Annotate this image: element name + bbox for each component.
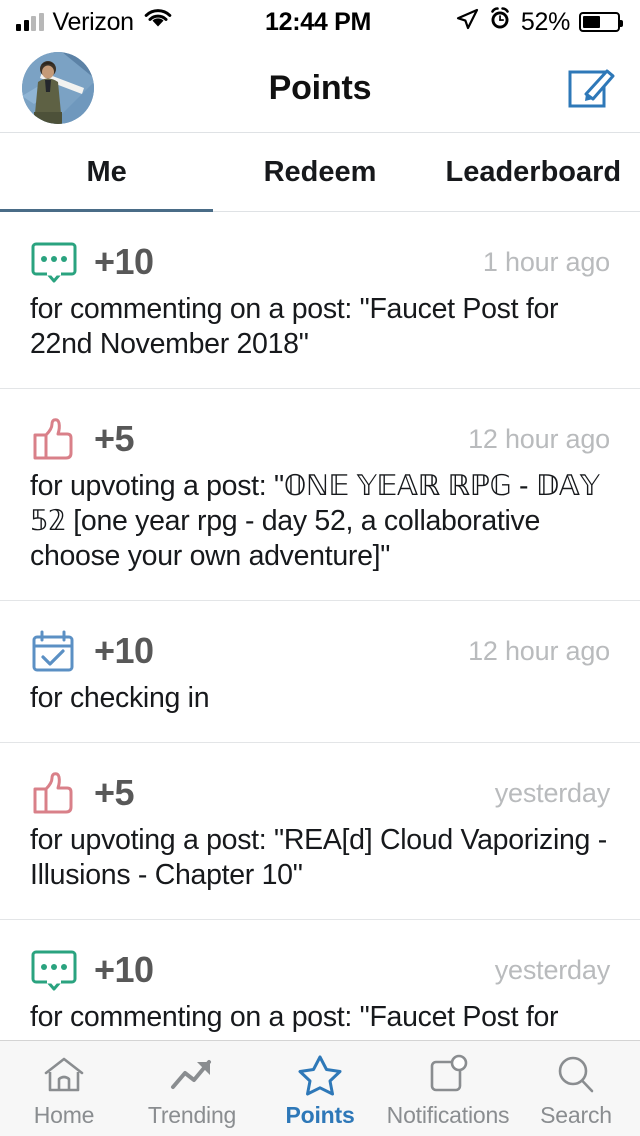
thumbs-up-icon	[30, 769, 86, 817]
search-icon	[554, 1053, 598, 1097]
trending-arrow-icon	[169, 1053, 215, 1097]
nav-label: Home	[33, 1102, 95, 1128]
notifications-badge-icon	[425, 1053, 471, 1097]
list-item[interactable]: +10 1 hour ago for commenting on a post:…	[0, 212, 640, 390]
nav-home[interactable]: Home	[0, 1053, 128, 1129]
list-item[interactable]: +5 yesterday for upvoting a post: "REA[d…	[0, 743, 640, 921]
timestamp: 1 hour ago	[482, 246, 610, 277]
app-screen: Verizon 12:44 PM 52% Points Me Redeem Le…	[0, 0, 640, 1136]
points-value: +5	[94, 418, 135, 460]
points-activity-list[interactable]: +10 1 hour ago for commenting on a post:…	[0, 212, 640, 1040]
compose-pencil-icon[interactable]	[566, 62, 618, 114]
tab-label: Redeem	[263, 155, 377, 188]
avatar[interactable]	[22, 52, 94, 124]
activity-description: for commenting on a post: "Faucet Post f…	[30, 1001, 559, 1034]
nav-trending[interactable]: Trending	[128, 1053, 256, 1129]
status-bar: Verizon 12:44 PM 52%	[0, 0, 640, 44]
app-header: Points	[0, 44, 640, 132]
nav-label: Notifications	[386, 1102, 510, 1128]
comment-bubble-icon	[30, 238, 86, 286]
nav-label: Points	[285, 1102, 355, 1128]
points-value: +10	[94, 241, 154, 282]
timestamp: 12 hour ago	[468, 423, 610, 454]
calendar-check-icon	[30, 627, 86, 675]
carrier-label: Verizon	[52, 7, 135, 36]
points-value: +10	[94, 630, 154, 672]
activity-description: for checking in	[30, 682, 210, 715]
nav-label: Trending	[147, 1102, 237, 1128]
list-item[interactable]: +10 12 hour ago for checking in	[0, 601, 640, 744]
battery-percent-label: 52%	[520, 7, 570, 36]
timestamp: yesterday	[494, 954, 610, 985]
tab-label: Me	[86, 155, 127, 188]
tab-redeem[interactable]: Redeem	[213, 133, 426, 211]
clock-label: 12:44 PM	[265, 7, 371, 36]
list-item[interactable]: +10 yesterday for commenting on a post: …	[0, 920, 640, 1040]
wifi-icon	[143, 8, 173, 37]
alarm-clock-icon	[488, 6, 512, 38]
activity-description: for upvoting a post: "𝕆ℕ𝔼 𝕐𝔼𝔸ℝ ℝℙ𝔾 - 𝔻𝔸𝕐…	[30, 470, 600, 573]
activity-description: for commenting on a post: "Faucet Post f…	[30, 293, 559, 361]
points-value: +10	[94, 949, 154, 991]
nav-label: Search	[540, 1102, 612, 1128]
timestamp: 12 hour ago	[468, 635, 610, 666]
location-arrow-icon	[455, 7, 479, 38]
thumbs-up-icon	[30, 415, 86, 463]
nav-search[interactable]: Search	[512, 1053, 640, 1129]
page-title: Points	[268, 68, 372, 107]
tab-label: Leaderboard	[445, 155, 622, 188]
battery-icon	[579, 12, 623, 32]
star-icon	[297, 1053, 343, 1097]
tab-me[interactable]: Me	[0, 133, 214, 212]
comment-bubble-icon	[30, 946, 86, 994]
timestamp: yesterday	[494, 777, 610, 808]
bottom-tab-bar: Home Trending Points Notifications Searc…	[0, 1040, 640, 1136]
home-icon	[42, 1053, 86, 1097]
activity-description: for upvoting a post: "REA[d] Cloud Vapor…	[30, 824, 607, 892]
segment-tabs: Me Redeem Leaderboard	[0, 132, 640, 212]
points-value: +5	[94, 772, 135, 814]
nav-points[interactable]: Points	[256, 1053, 384, 1129]
signal-bars-icon	[16, 13, 44, 31]
list-item[interactable]: +5 12 hour ago for upvoting a post: "𝕆ℕ𝔼…	[0, 389, 640, 602]
tab-leaderboard[interactable]: Leaderboard	[427, 133, 640, 211]
nav-notifications[interactable]: Notifications	[384, 1053, 512, 1129]
